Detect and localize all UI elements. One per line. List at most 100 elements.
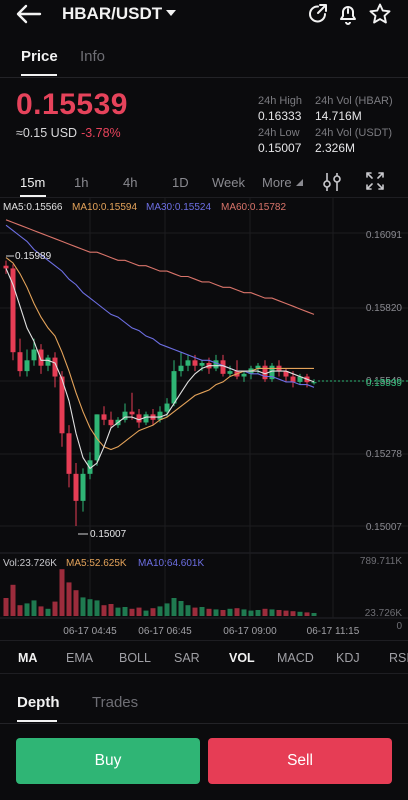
y-tick-label: 0.15278: [366, 449, 403, 460]
timeframe-more-label: More: [262, 175, 292, 190]
vol-axis-zero: 0: [396, 621, 402, 632]
volume-bar: [24, 603, 30, 616]
low-marker-label: 0.15007: [90, 529, 127, 540]
y-tick-label: 0.16091: [366, 230, 403, 241]
more-caret-icon: [296, 179, 304, 186]
indicator-sar[interactable]: SAR: [174, 651, 200, 665]
candle-up: [31, 349, 37, 361]
x-tick-label: 06-17 11:15: [307, 626, 360, 637]
buy-button[interactable]: Buy: [16, 738, 200, 784]
volume-bar: [87, 599, 93, 616]
volume-bar: [213, 609, 219, 616]
volume-bar: [45, 608, 51, 616]
indicator-rsi[interactable]: RSI: [389, 651, 408, 665]
candle-up: [80, 473, 86, 501]
share-icon[interactable]: [306, 2, 330, 26]
indicator-vol[interactable]: VOL: [229, 651, 255, 665]
volume-bar: [108, 604, 114, 616]
timeframe-4h[interactable]: 4h: [123, 175, 137, 190]
indicator-settings-icon[interactable]: [322, 171, 342, 193]
tab-trades[interactable]: Trades: [92, 694, 138, 711]
caret-down-icon[interactable]: [164, 6, 178, 20]
volume-bar: [17, 605, 23, 616]
price-info-tabs: Price Info: [0, 44, 408, 78]
back-arrow-icon[interactable]: [14, 2, 44, 26]
volume-bar: [185, 605, 191, 616]
volume-bar: [199, 607, 205, 616]
volume-bar: [101, 605, 107, 616]
timeframe-1d[interactable]: 1D: [172, 175, 189, 190]
volume-bar: [143, 610, 149, 616]
volume-bar: [297, 611, 303, 616]
candle-down: [290, 376, 296, 382]
volume-bar: [164, 603, 170, 616]
x-tick-label: 06-17 04:45: [63, 626, 117, 637]
volume-bar: [220, 610, 226, 616]
vol-ma10-legend: MA10:64.601K: [138, 558, 204, 569]
volume-bar: [122, 607, 128, 616]
vol-legend: Vol:23.726K: [3, 558, 57, 569]
y-tick-label: 0.15007: [366, 522, 403, 533]
top-bar: HBAR/USDT: [0, 0, 408, 30]
candle-up: [171, 371, 177, 404]
timeframe-1h[interactable]: 1h: [74, 175, 88, 190]
ma10-legend: MA10:0.15594: [72, 202, 137, 213]
ma60-line: [5, 219, 315, 315]
star-icon[interactable]: [368, 2, 392, 26]
candle-up: [213, 360, 219, 369]
candle-up: [178, 365, 184, 372]
volume-bar: [248, 610, 254, 616]
volume-bar: [129, 608, 135, 616]
volume-bar: [80, 597, 86, 616]
candle-down: [101, 414, 107, 420]
candle-up: [143, 414, 149, 423]
ma30-legend: MA30:0.15524: [146, 202, 211, 213]
vol-ma5-legend: MA5:52.625K: [66, 558, 127, 569]
volume-bar: [276, 610, 282, 616]
timeframe-more[interactable]: More: [262, 175, 304, 190]
candle-down: [136, 414, 142, 423]
high-marker-label: 0.15989: [15, 251, 52, 262]
volume-bar: [38, 606, 44, 616]
bell-icon[interactable]: [336, 2, 360, 26]
tab-price[interactable]: Price: [21, 48, 58, 65]
candle-up: [164, 403, 170, 412]
last-price: 0.15539: [16, 88, 128, 121]
volume-bar: [157, 606, 163, 616]
timeframe-week[interactable]: Week: [212, 175, 245, 190]
volume-bar: [255, 610, 261, 616]
candle-down: [108, 419, 114, 426]
candlestick-chart[interactable]: MA5:0.15566 MA10:0.15594 MA30:0.15524 MA…: [0, 198, 408, 640]
depth-trades-tabs: Depth Trades: [0, 690, 408, 724]
volume-bar: [206, 608, 212, 616]
timeframe-15m[interactable]: 15m: [20, 175, 45, 190]
last-price-axis-label: 0.15539: [366, 378, 403, 389]
candle-down: [3, 265, 9, 269]
indicator-ma[interactable]: MA: [18, 651, 37, 665]
sell-button[interactable]: Sell: [208, 738, 392, 784]
pair-title[interactable]: HBAR/USDT: [62, 4, 162, 24]
candle-down: [38, 349, 44, 366]
volume-bar: [283, 610, 289, 616]
fullscreen-icon[interactable]: [366, 172, 384, 190]
vol-axis-top: 789.711K: [360, 556, 402, 567]
volume-bar: [73, 590, 79, 616]
tab-depth[interactable]: Depth: [17, 694, 60, 711]
indicator-boll[interactable]: BOLL: [119, 651, 151, 665]
indicator-ema[interactable]: EMA: [66, 651, 93, 665]
high-label: 24h High: [258, 95, 303, 107]
indicator-macd[interactable]: MACD: [277, 651, 314, 665]
volume-bar: [304, 612, 310, 616]
volume-bar: [59, 569, 65, 616]
candle-up: [24, 360, 30, 372]
volume-bar: [234, 608, 240, 616]
low-label: 24h Low: [258, 127, 300, 139]
usd-price-line: ≈0.15 USD -3.78%: [16, 126, 121, 140]
candle-up: [185, 360, 191, 366]
indicator-kdj[interactable]: KDJ: [336, 651, 360, 665]
tab-info[interactable]: Info: [80, 48, 105, 65]
volume-bar: [66, 582, 72, 616]
x-tick-label: 06-17 09:00: [223, 626, 277, 637]
volume-bar: [262, 608, 268, 616]
tab-underline: [21, 74, 57, 76]
